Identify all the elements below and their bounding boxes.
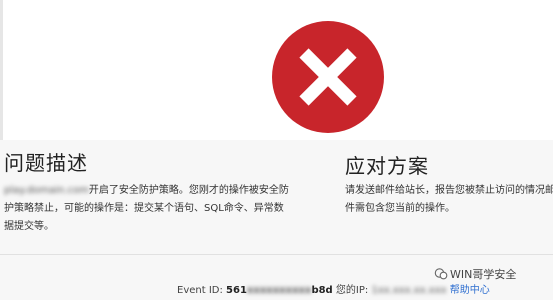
event-id-prefix: 561 — [226, 285, 247, 296]
event-id-blurred: xxxxxxxxxx — [246, 285, 312, 296]
left-rule — [0, 0, 3, 140]
ip-blurred: 1xx.xxx.xx.xxx — [371, 285, 447, 296]
event-id-value: 561xxxxxxxxxxb8d — [226, 285, 333, 296]
problem-description-title: 问题描述 — [4, 151, 88, 175]
problem-description-text: play.domain.com开启了安全防护策略。您刚才的操作被安全防护策略禁止… — [4, 182, 290, 236]
event-id-label: Event ID: — [177, 285, 223, 296]
watermark-text: WIN哥学安全 — [450, 268, 517, 281]
solution-title: 应对方案 — [345, 154, 429, 178]
watermark: WIN哥学安全 — [434, 266, 516, 282]
help-center-link[interactable]: 帮助中心 — [450, 285, 490, 296]
footer-divider — [0, 254, 553, 255]
error-x-icon — [272, 21, 384, 133]
solution-text: 请发送邮件给站长，报告您被禁止访问的情况邮件需包含您当前的操作。 — [345, 185, 553, 214]
event-footer: Event ID: 561xxxxxxxxxxb8d 您的IP: 1xx.xxx… — [177, 281, 490, 296]
event-id-suffix: b8d — [311, 285, 333, 296]
wechat-icon — [434, 268, 448, 280]
blurred-site-name: play.domain.com — [4, 185, 89, 196]
ip-label: 您的IP: — [335, 285, 369, 296]
